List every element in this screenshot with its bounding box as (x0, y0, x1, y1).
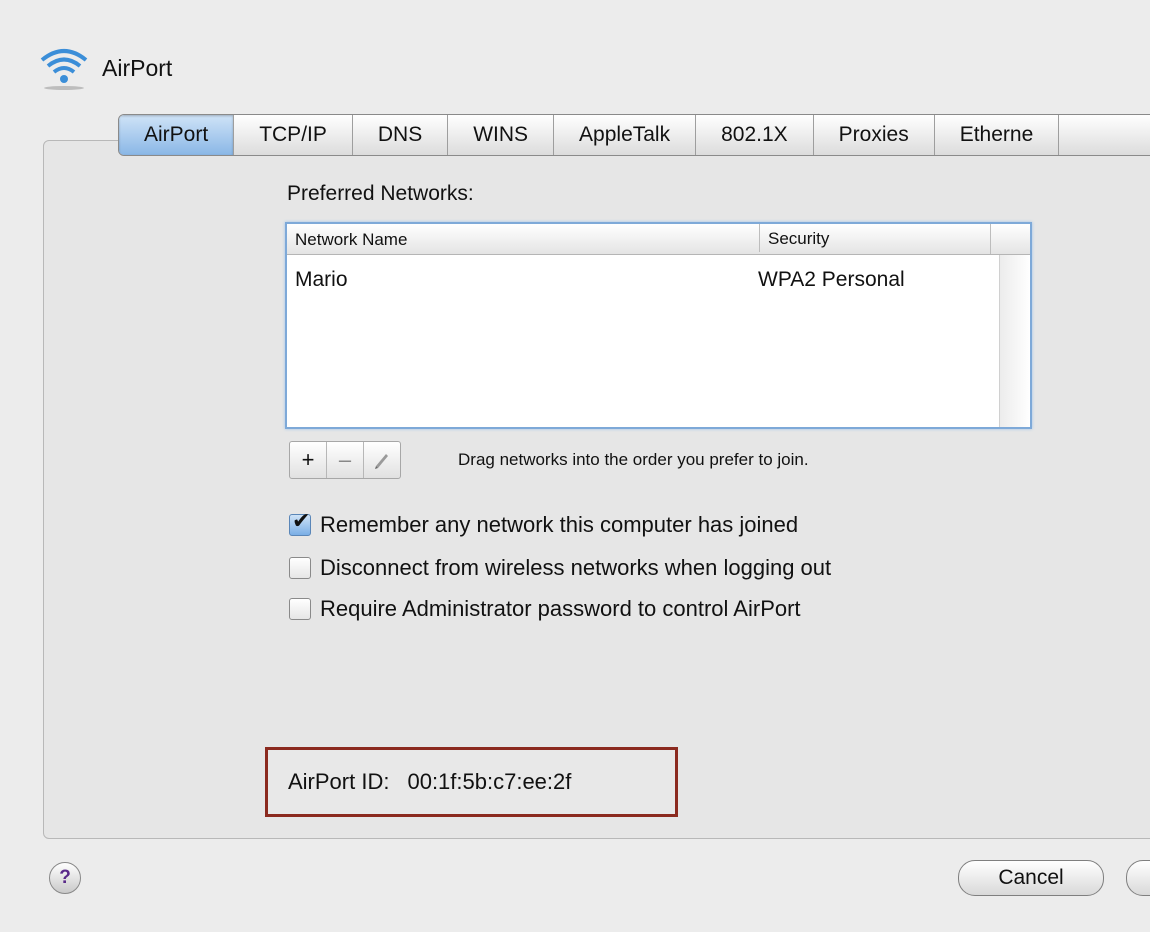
tab-wins[interactable]: WINS (448, 115, 555, 155)
disconnect-logout-option[interactable]: Disconnect from wireless networks when l… (289, 555, 831, 581)
table-row[interactable]: Mario WPA2 Personal (295, 268, 995, 292)
tab-proxies[interactable]: Proxies (814, 115, 935, 155)
pencil-icon (375, 454, 388, 469)
table-scrollbar[interactable] (999, 255, 1030, 427)
tab-dns[interactable]: DNS (353, 115, 449, 155)
window-title: AirPort (102, 54, 173, 81)
help-button[interactable]: ? (49, 862, 81, 894)
window-header: AirPort (36, 40, 172, 96)
tab-appletalk[interactable]: AppleTalk (554, 115, 697, 155)
cancel-button[interactable]: Cancel (958, 860, 1104, 896)
require-admin-option[interactable]: Require Administrator password to contro… (289, 596, 801, 622)
tab-bar: AirPort TCP/IP DNS WINS AppleTalk 802.1X… (118, 114, 1150, 156)
network-security-cell: WPA2 Personal (758, 268, 905, 291)
tab-airport[interactable]: AirPort (119, 115, 235, 155)
remove-network-button[interactable]: – (327, 442, 364, 478)
require-admin-checkbox[interactable] (289, 598, 311, 620)
airport-id-value: 00:1f:5b:c7:ee:2f (407, 769, 572, 794)
remember-networks-option[interactable]: ✔ Remember any network this computer has… (289, 508, 799, 538)
disconnect-logout-checkbox[interactable] (289, 557, 311, 579)
tab-ethernet[interactable]: Etherne (935, 115, 1060, 155)
network-name-cell: Mario (295, 268, 348, 291)
ok-button[interactable] (1126, 860, 1150, 896)
airport-id-label: AirPort ID: (288, 769, 390, 794)
tab-tcpip[interactable]: TCP/IP (234, 115, 353, 155)
column-security[interactable]: Security (759, 224, 829, 252)
edit-network-button[interactable] (364, 442, 400, 478)
drag-hint: Drag networks into the order you prefer … (458, 450, 809, 469)
preferred-networks-label: Preferred Networks: (287, 182, 474, 205)
airport-id-highlight: AirPort ID: 00:1f:5b:c7:ee:2f (265, 747, 678, 817)
add-network-button[interactable]: + (290, 442, 327, 478)
checkmark-icon: ✔ (292, 508, 311, 533)
column-network-name[interactable]: Network Name (295, 230, 407, 250)
column-spacer (990, 224, 991, 254)
tab-8021x[interactable]: 802.1X (696, 115, 814, 155)
wifi-icon (40, 49, 88, 90)
remember-networks-label: Remember any network this computer has j… (320, 512, 799, 537)
table-header: Network Name Security (287, 224, 1030, 255)
require-admin-label: Require Administrator password to contro… (320, 596, 801, 621)
network-edit-controls: + – (289, 441, 401, 479)
remember-networks-checkbox[interactable]: ✔ (289, 508, 311, 536)
preferred-networks-table[interactable]: Network Name Security Mario WPA2 Persona… (285, 222, 1032, 429)
disconnect-logout-label: Disconnect from wireless networks when l… (320, 555, 832, 580)
